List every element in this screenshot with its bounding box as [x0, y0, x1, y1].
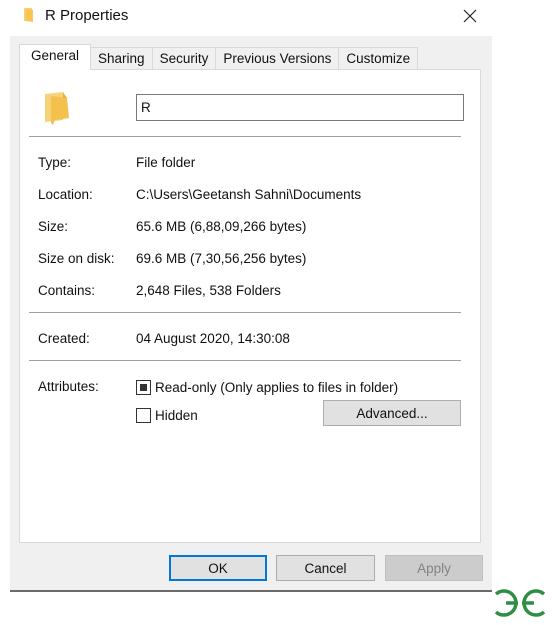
created-value: 04 August 2020, 14:30:08 [136, 331, 290, 346]
size-on-disk-value: 69.6 MB (7,30,56,256 bytes) [136, 251, 307, 266]
tab-security[interactable]: Security [152, 47, 217, 69]
tab-general[interactable]: General [19, 44, 92, 70]
general-panel: Type: File folder Location: C:\Users\Gee… [19, 69, 481, 543]
hidden-label[interactable]: Hidden [155, 408, 198, 423]
advanced-button[interactable]: Advanced... [323, 400, 461, 426]
window-title: R Properties [45, 7, 129, 24]
divider [29, 312, 461, 313]
geeksforgeeks-logo [494, 589, 546, 617]
attributes-label: Attributes: [38, 379, 99, 394]
tab-sharing[interactable]: Sharing [91, 47, 153, 69]
size-on-disk-label: Size on disk: [38, 251, 115, 266]
contains-value: 2,648 Files, 538 Folders [136, 283, 281, 298]
contains-label: Contains: [38, 283, 96, 298]
location-value: C:\Users\Geetansh Sahni\Documents [136, 187, 362, 202]
folder-icon [45, 92, 69, 125]
tab-previous-versions[interactable]: Previous Versions [216, 47, 340, 69]
cancel-button[interactable]: Cancel [276, 555, 375, 581]
created-label: Created: [38, 331, 90, 346]
dialog-body: General Sharing Security Previous Versio… [10, 36, 492, 592]
size-value: 65.6 MB (6,88,09,266 bytes) [136, 219, 307, 234]
indeterminate-mark [140, 384, 147, 391]
location-label: Location: [38, 187, 93, 202]
type-label: Type: [38, 155, 72, 170]
close-icon[interactable] [458, 4, 482, 28]
read-only-checkbox[interactable] [136, 380, 151, 395]
apply-button[interactable]: Apply [385, 555, 483, 581]
folder-icon [24, 8, 33, 22]
hidden-checkbox[interactable] [136, 408, 151, 423]
read-only-label[interactable]: Read-only (Only applies to files in fold… [155, 380, 398, 395]
size-label: Size: [38, 219, 69, 234]
folder-name-input[interactable] [136, 94, 464, 121]
ok-button[interactable]: OK [169, 555, 267, 581]
divider [29, 360, 461, 361]
title-bar: R Properties [0, 0, 556, 34]
divider [29, 136, 461, 137]
type-value: File folder [136, 155, 196, 170]
tab-customize[interactable]: Customize [339, 47, 419, 69]
tab-strip: General Sharing Security Previous Versio… [19, 44, 419, 70]
